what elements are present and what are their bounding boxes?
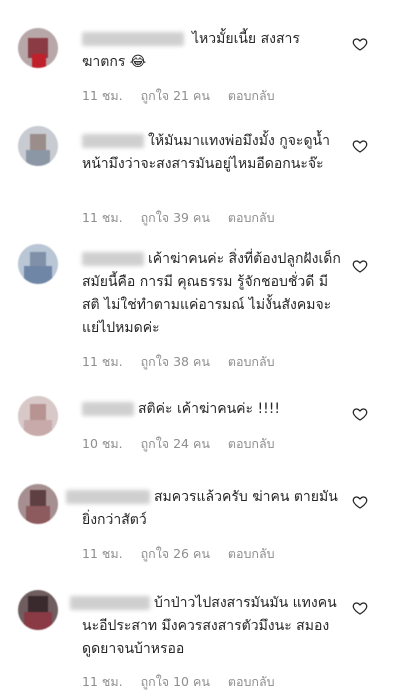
comment-meta: 11 ชม. ถูกใจ 21 คน ตอบกลับ bbox=[82, 86, 289, 106]
comment-time: 11 ชม. bbox=[82, 546, 123, 561]
reply-button[interactable]: ตอบกลับ bbox=[228, 354, 275, 369]
comment-time: 10 ชม. bbox=[82, 436, 123, 451]
avatar[interactable] bbox=[18, 126, 58, 166]
comment-text: สมควรแล้วครับ ฆ่าคน ตายมันยิ่งกว่าสัตว์ bbox=[82, 489, 338, 528]
comment-item: ให้มันมาแทงพ่อมึงมั้ง กูจะดูน้ำหน้ามึงว่… bbox=[0, 120, 400, 230]
avatar[interactable] bbox=[18, 244, 58, 284]
heart-outline-icon[interactable] bbox=[352, 36, 368, 52]
comment-meta: 10 ชม. ถูกใจ 24 คน ตอบกลับ bbox=[82, 434, 289, 454]
avatar[interactable] bbox=[18, 484, 58, 524]
heart-outline-icon[interactable] bbox=[352, 258, 368, 274]
heart-outline-icon[interactable] bbox=[352, 600, 368, 616]
reply-button[interactable]: ตอบกลับ bbox=[228, 210, 275, 225]
comment-text: ไหวมั้ยเนี้ย สงสาร ฆาตกร 😂 bbox=[82, 31, 300, 70]
heart-outline-icon[interactable] bbox=[352, 494, 368, 510]
like-count[interactable]: ถูกใจ 24 คน bbox=[141, 436, 210, 451]
avatar[interactable] bbox=[18, 28, 58, 68]
comment-text: เค้าฆ่าคนค่ะ สิ่งที่ต้องปลูกฝังเด็กสมัยน… bbox=[82, 251, 341, 336]
comment-item: สมควรแล้วครับ ฆ่าคน ตายมันยิ่งกว่าสัตว์ … bbox=[0, 478, 400, 568]
comment-meta: 11 ชม. ถูกใจ 26 คน ตอบกลับ bbox=[82, 544, 289, 564]
avatar[interactable] bbox=[18, 590, 58, 630]
comment-time: 11 ชม. bbox=[82, 354, 123, 369]
like-count[interactable]: ถูกใจ 39 คน bbox=[141, 210, 210, 225]
comment-text: บ้าป่าวไปสงสารมันมัน แทงคนนะอีประสาท มึง… bbox=[82, 595, 337, 657]
like-count[interactable]: ถูกใจ 26 คน bbox=[141, 546, 210, 561]
like-count[interactable]: ถูกใจ 38 คน bbox=[141, 354, 210, 369]
comment-item: ไหวมั้ยเนี้ย สงสาร ฆาตกร 😂 11 ชม. ถูกใจ … bbox=[0, 20, 400, 110]
comment-time: 11 ชม. bbox=[82, 88, 123, 103]
comment-meta: 11 ชม. ถูกใจ 38 คน ตอบกลับ bbox=[82, 352, 289, 372]
avatar[interactable] bbox=[18, 396, 58, 436]
comment-item: เค้าฆ่าคนค่ะ สิ่งที่ต้องปลูกฝังเด็กสมัยน… bbox=[0, 238, 400, 378]
comment-item: บ้าป่าวไปสงสารมันมัน แทงคนนะอีประสาท มึง… bbox=[0, 584, 400, 689]
comment-meta: 11 ชม. ถูกใจ 10 คน ตอบกลับ bbox=[82, 672, 289, 692]
comment-time: 11 ชม. bbox=[82, 210, 123, 225]
reply-button[interactable]: ตอบกลับ bbox=[228, 88, 275, 103]
comment-meta: 11 ชม. ถูกใจ 39 คน ตอบกลับ bbox=[82, 208, 289, 228]
heart-outline-icon[interactable] bbox=[352, 138, 368, 154]
comment-item: สติค่ะ เค้าฆ่าคนค่ะ !!!! 10 ชม. ถูกใจ 24… bbox=[0, 390, 400, 460]
heart-outline-icon[interactable] bbox=[352, 406, 368, 422]
comment-text: ให้มันมาแทงพ่อมึงมั้ง กูจะดูน้ำหน้ามึงว่… bbox=[82, 133, 330, 172]
reply-button[interactable]: ตอบกลับ bbox=[228, 546, 275, 561]
like-count[interactable]: ถูกใจ 21 คน bbox=[141, 88, 210, 103]
comment-text: สติค่ะ เค้าฆ่าคนค่ะ !!!! bbox=[138, 401, 280, 417]
reply-button[interactable]: ตอบกลับ bbox=[228, 436, 275, 451]
